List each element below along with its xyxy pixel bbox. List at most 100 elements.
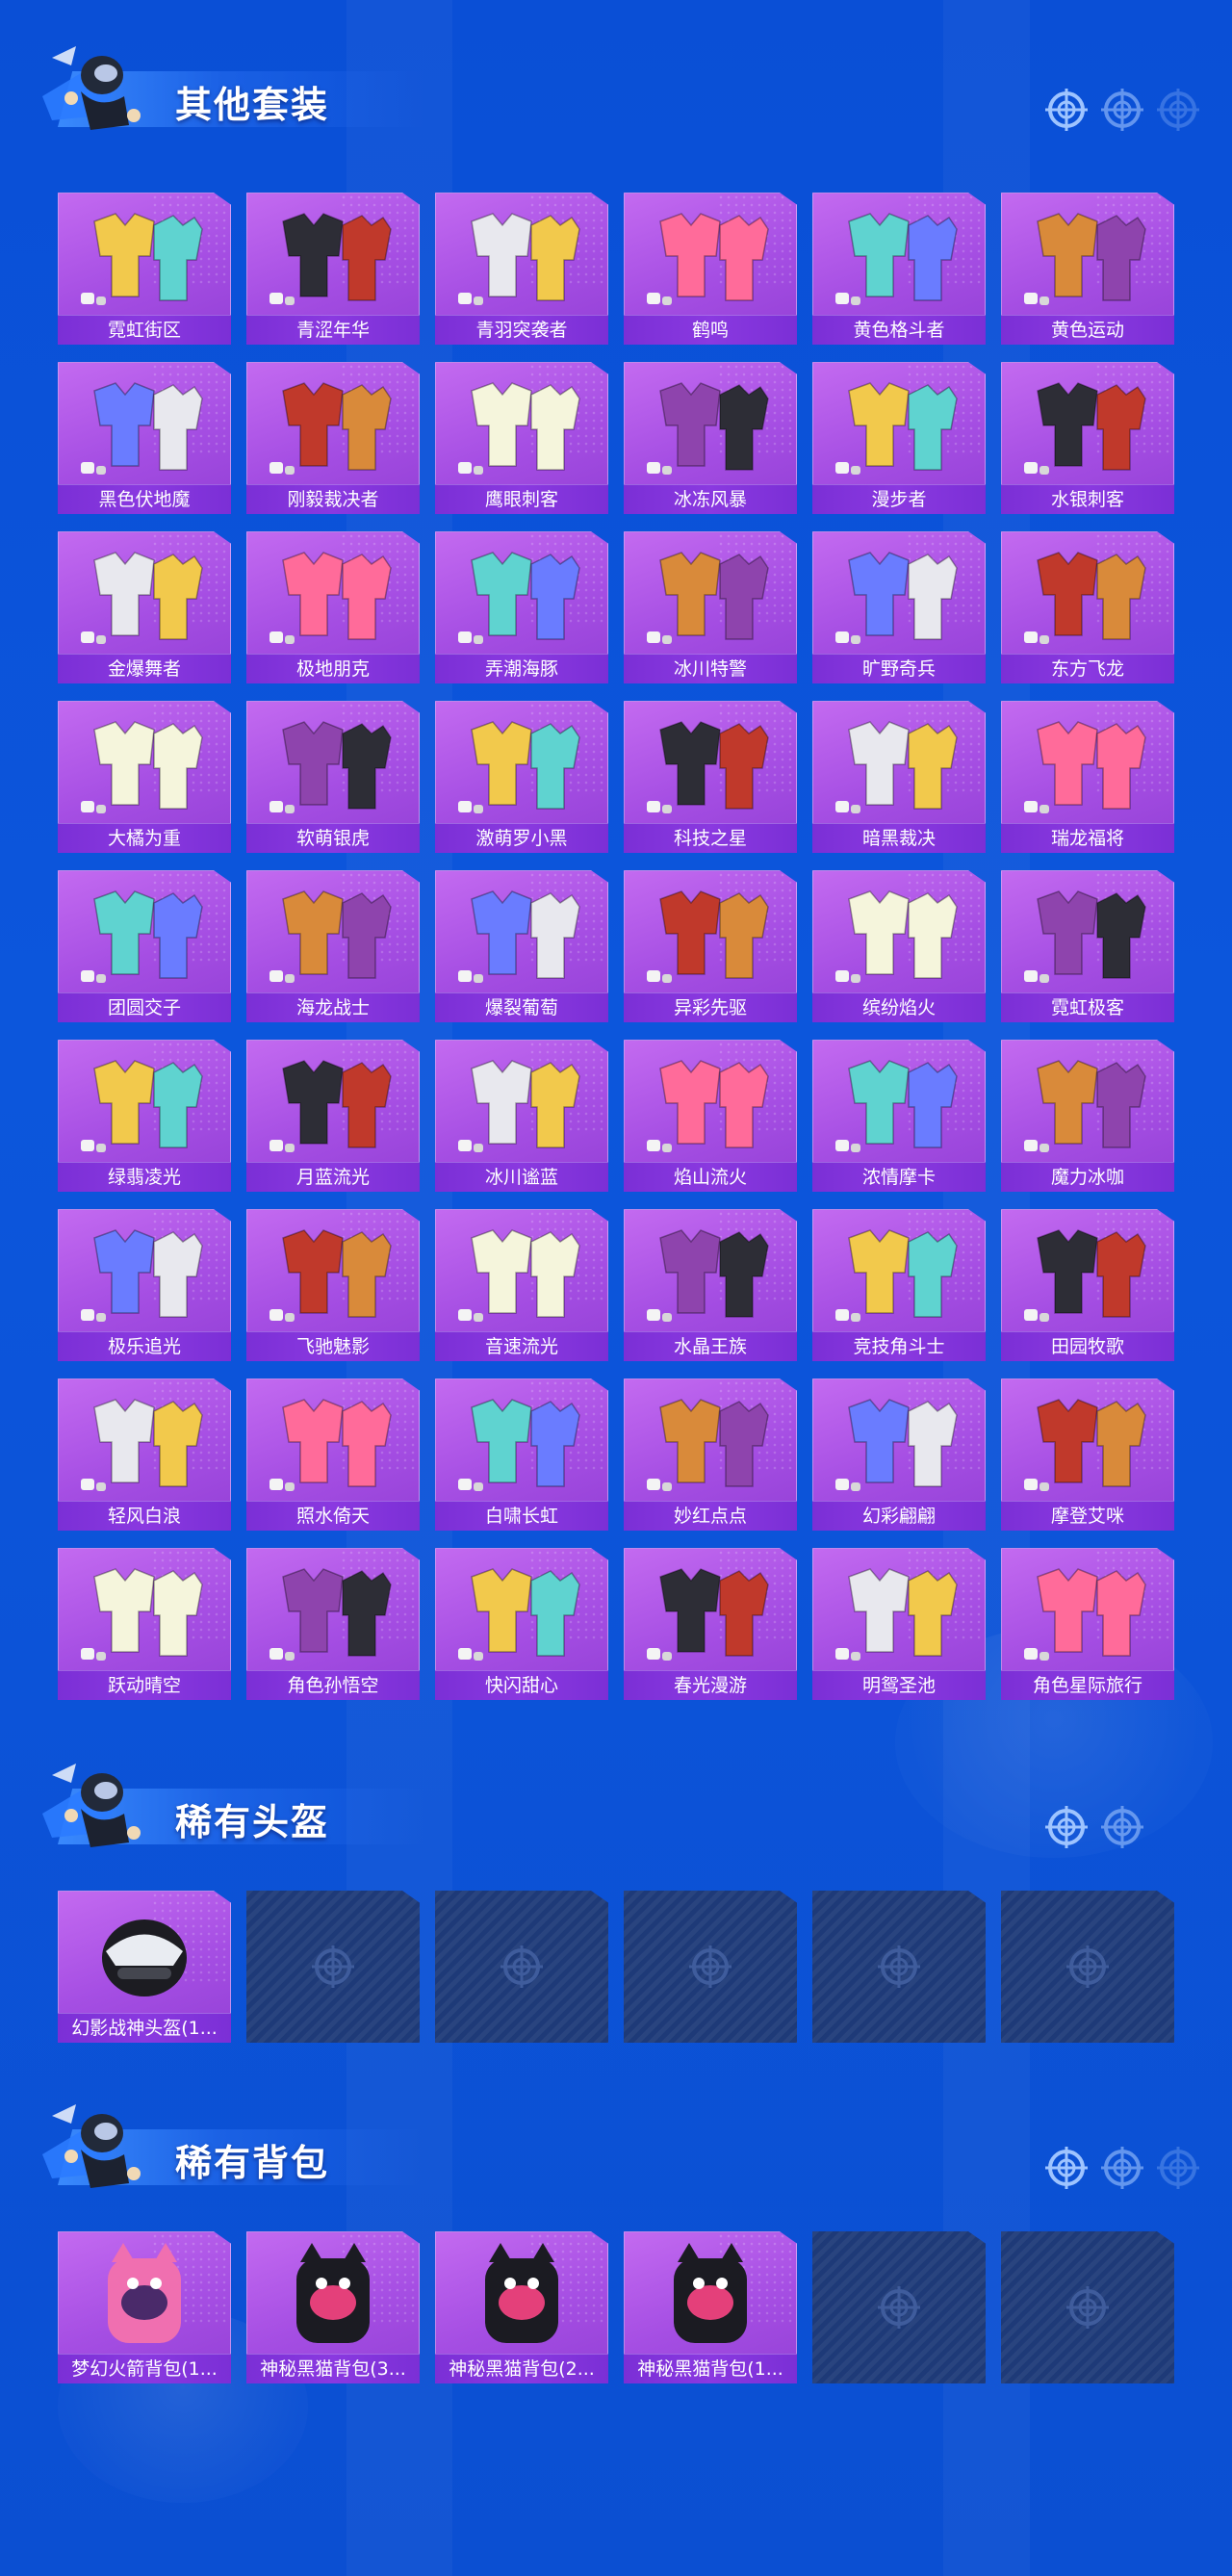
outfit-image — [647, 890, 769, 983]
outfit-card[interactable]: 照水倚天 — [246, 1378, 420, 1531]
card-label: 跃动晴空 — [58, 1670, 231, 1700]
outfit-image — [1024, 213, 1146, 305]
outfit-image — [835, 213, 958, 305]
card-label: 黑色伏地魔 — [58, 484, 231, 514]
outfit-card[interactable]: 白啸长虹 — [435, 1378, 608, 1531]
outfit-card[interactable]: 漫步者 — [812, 362, 986, 514]
outfit-card[interactable]: 暗黑裁决 — [812, 701, 986, 853]
outfit-card[interactable]: 角色孙悟空 — [246, 1548, 420, 1700]
outfit-card[interactable]: 摩登艾咪 — [1001, 1378, 1174, 1531]
card-label: 海龙战士 — [246, 992, 420, 1022]
outfit-card[interactable]: 瑞龙福将 — [1001, 701, 1174, 853]
outfit-image — [1024, 1060, 1146, 1152]
crosshair-icon — [878, 2286, 920, 2329]
card-label: 软萌银虎 — [246, 823, 420, 853]
outfit-image — [270, 1060, 392, 1152]
outfit-card[interactable]: 科技之星 — [624, 701, 797, 853]
outfit-card[interactable]: 异彩先驱 — [624, 870, 797, 1022]
outfit-image — [1024, 1399, 1146, 1491]
backpack-card[interactable]: 神秘黑猫背包(1... — [624, 2231, 797, 2383]
outfit-image — [1024, 721, 1146, 813]
section-title: 其他套装 — [175, 84, 330, 126]
empty-slot — [1001, 2231, 1174, 2383]
outfit-card[interactable]: 跃动晴空 — [58, 1548, 231, 1700]
empty-slot — [246, 1891, 420, 2043]
outfit-card[interactable]: 极乐追光 — [58, 1209, 231, 1361]
outfit-card[interactable]: 激萌罗小黑 — [435, 701, 608, 853]
outfit-card[interactable]: 刚毅裁决者 — [246, 362, 420, 514]
outfit-card[interactable]: 弄潮海豚 — [435, 531, 608, 683]
outfit-card[interactable]: 浓情摩卡 — [812, 1040, 986, 1192]
outfit-card[interactable]: 妙红点点 — [624, 1378, 797, 1531]
outfit-card[interactable]: 月蓝流光 — [246, 1040, 420, 1192]
card-label: 白啸长虹 — [435, 1501, 608, 1531]
section-title: 稀有头盔 — [175, 1801, 330, 1843]
outfit-card[interactable]: 大橘为重 — [58, 701, 231, 853]
outfit-image — [647, 721, 769, 813]
outfit-card[interactable]: 冰冻风暴 — [624, 362, 797, 514]
outfit-card[interactable]: 青羽突袭者 — [435, 193, 608, 345]
outfit-card[interactable]: 幻彩翩翩 — [812, 1378, 986, 1531]
card-label: 神秘黑猫背包(1... — [624, 2354, 797, 2383]
outfit-card[interactable]: 角色星际旅行 — [1001, 1548, 1174, 1700]
card-label: 激萌罗小黑 — [435, 823, 608, 853]
outfit-card[interactable]: 田园牧歌 — [1001, 1209, 1174, 1361]
card-label: 大橘为重 — [58, 823, 231, 853]
outfit-card[interactable]: 软萌银虎 — [246, 701, 420, 853]
empty-slot — [435, 1891, 608, 2043]
card-label: 水晶王族 — [624, 1331, 797, 1361]
outfit-card[interactable]: 竞技角斗士 — [812, 1209, 986, 1361]
helmet-card[interactable]: 幻影战神头盔(1... — [58, 1891, 231, 2043]
outfit-card[interactable]: 爆裂葡萄 — [435, 870, 608, 1022]
outfit-card[interactable]: 水银刺客 — [1001, 362, 1174, 514]
outfit-card[interactable]: 团圆交子 — [58, 870, 231, 1022]
outfit-card[interactable]: 鹤鸣 — [624, 193, 797, 345]
card-label: 黄色格斗者 — [812, 315, 986, 345]
outfit-card[interactable]: 海龙战士 — [246, 870, 420, 1022]
outfit-card[interactable]: 极地朋克 — [246, 531, 420, 683]
section-header: 稀有头盔 — [0, 1756, 1232, 1862]
outfit-card[interactable]: 东方飞龙 — [1001, 531, 1174, 683]
crosshair-icon — [1045, 1806, 1088, 1848]
outfit-image — [270, 1568, 392, 1661]
outfit-card[interactable]: 魔力冰咖 — [1001, 1040, 1174, 1192]
outfit-card[interactable]: 冰川特警 — [624, 531, 797, 683]
card-label: 暗黑裁决 — [812, 823, 986, 853]
outfit-card[interactable]: 音速流光 — [435, 1209, 608, 1361]
outfit-card[interactable]: 青涩年华 — [246, 193, 420, 345]
outfit-card[interactable]: 缤纷焰火 — [812, 870, 986, 1022]
card-label: 极乐追光 — [58, 1331, 231, 1361]
outfit-card[interactable]: 霓虹街区 — [58, 193, 231, 345]
card-label: 科技之星 — [624, 823, 797, 853]
outfit-card[interactable]: 焰山流火 — [624, 1040, 797, 1192]
outfit-image — [458, 213, 580, 305]
card-label: 团圆交子 — [58, 992, 231, 1022]
card-label: 妙红点点 — [624, 1501, 797, 1531]
outfit-card[interactable]: 鹰眼刺客 — [435, 362, 608, 514]
outfit-card[interactable]: 霓虹极客 — [1001, 870, 1174, 1022]
outfit-card[interactable]: 快闪甜心 — [435, 1548, 608, 1700]
outfit-image — [270, 890, 392, 983]
outfit-image — [270, 721, 392, 813]
outfit-card[interactable]: 黄色格斗者 — [812, 193, 986, 345]
outfit-image — [270, 552, 392, 644]
card-label: 田园牧歌 — [1001, 1331, 1174, 1361]
outfit-card[interactable]: 春光漫游 — [624, 1548, 797, 1700]
backpack-card[interactable]: 神秘黑猫背包(3... — [246, 2231, 420, 2383]
card-label: 角色孙悟空 — [246, 1670, 420, 1700]
card-label: 焰山流火 — [624, 1162, 797, 1192]
outfit-card[interactable]: 绿翡凌光 — [58, 1040, 231, 1192]
outfit-card[interactable]: 黄色运动 — [1001, 193, 1174, 345]
backpack-card[interactable]: 神秘黑猫背包(2... — [435, 2231, 608, 2383]
outfit-card[interactable]: 飞驰魅影 — [246, 1209, 420, 1361]
outfit-card[interactable]: 旷野奇兵 — [812, 531, 986, 683]
section-title: 稀有背包 — [175, 2142, 330, 2184]
outfit-card[interactable]: 水晶王族 — [624, 1209, 797, 1361]
outfit-card[interactable]: 冰川谧蓝 — [435, 1040, 608, 1192]
backpack-card[interactable]: 梦幻火箭背包(1... — [58, 2231, 231, 2383]
outfit-card[interactable]: 金爆舞者 — [58, 531, 231, 683]
card-label: 缤纷焰火 — [812, 992, 986, 1022]
outfit-card[interactable]: 黑色伏地魔 — [58, 362, 231, 514]
outfit-card[interactable]: 轻风白浪 — [58, 1378, 231, 1531]
outfit-card[interactable]: 明鸳圣池 — [812, 1548, 986, 1700]
